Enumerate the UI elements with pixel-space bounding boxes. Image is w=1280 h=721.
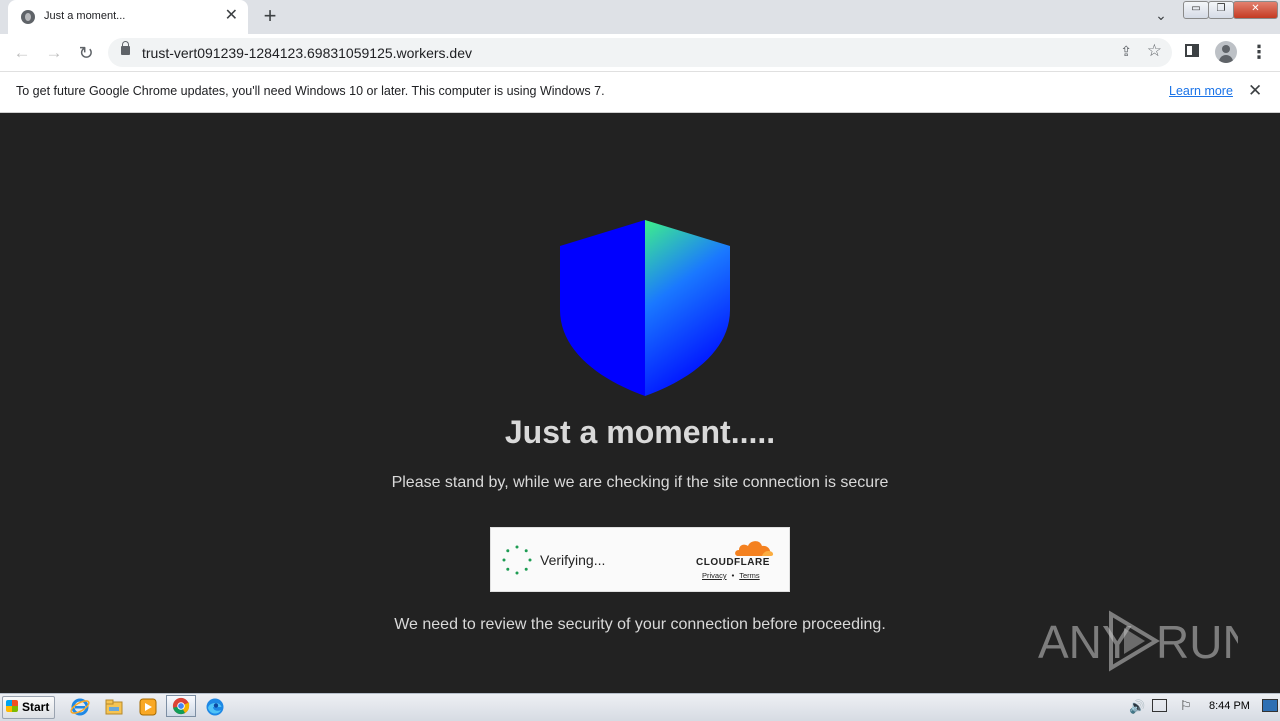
standby-message: Please stand by, while we are checking i… [391,474,889,491]
lock-icon[interactable] [121,41,130,55]
system-tray: 🔊 ⚐ 8:44 PM [1124,695,1280,719]
speaker-icon[interactable]: 🔊 [1129,699,1145,715]
tab-search-icon[interactable]: ⌄ [1150,7,1172,27]
close-window-button[interactable]: ✕ [1233,1,1278,19]
browser-toolbar: ← → ↻ trust-vert091239-1284123.698310591… [0,34,1280,72]
anyrun-right-text: RUN [1156,616,1238,668]
share-icon[interactable]: ⇪ [1120,43,1132,60]
media-player-icon[interactable] [138,697,158,717]
minimize-button[interactable]: ▭ [1183,1,1209,19]
internet-explorer-icon[interactable] [70,697,90,717]
file-explorer-icon[interactable] [104,697,124,717]
privacy-link[interactable]: Privacy [702,571,727,580]
browser-tab[interactable]: Just a moment... ✕ [8,0,248,34]
maximize-button[interactable]: ❐ [1208,1,1234,19]
chrome-menu-icon[interactable]: ⋮ [1250,43,1268,63]
spinner-icon [502,545,532,575]
infobar-close-icon[interactable]: ✕ [1248,81,1262,101]
cloudflare-logo-text: CLOUDFLARE [696,557,770,568]
taskbar-clock[interactable]: 8:44 PM [1209,700,1250,712]
bookmark-star-icon[interactable]: ☆ [1147,41,1162,61]
infobar-message: To get future Google Chrome updates, you… [16,84,605,98]
update-infobar: To get future Google Chrome updates, you… [0,72,1280,113]
address-bar[interactable]: trust-vert091239-1284123.69831059125.wor… [108,38,1172,67]
chrome-icon [172,697,190,715]
tab-title: Just a moment... [44,10,126,22]
new-tab-button[interactable]: + [259,5,281,29]
start-label: Start [22,700,50,714]
network-icon[interactable] [1152,699,1167,712]
anyrun-watermark: ANY RUN [1038,610,1238,672]
verifying-status: Verifying... [540,552,606,568]
cloudflare-challenge-widget[interactable]: Verifying... CLOUDFLARE Privacy • Terms [490,527,790,592]
shield-icon [560,220,730,396]
reload-button[interactable]: ↻ [74,41,98,65]
start-button[interactable]: Start [2,696,55,719]
learn-more-link[interactable]: Learn more [1169,84,1233,98]
action-center-flag-icon[interactable]: ⚐ [1180,698,1192,714]
side-panel-icon[interactable] [1185,44,1199,57]
globe-icon [21,10,35,24]
forward-button[interactable]: → [42,41,66,65]
page-content [0,113,1280,693]
chrome-taskbar-button[interactable] [166,695,196,717]
url-text[interactable]: trust-vert091239-1284123.69831059125.wor… [142,45,472,61]
anyrun-left-text: ANY [1038,616,1133,668]
profile-avatar-icon[interactable] [1215,41,1237,63]
page-heading: Just a moment..... [504,414,776,450]
terms-link[interactable]: Terms [739,571,759,580]
cloudflare-cloud-icon [735,541,774,556]
windows-logo-icon [6,700,18,712]
tab-close-icon[interactable]: ✕ [225,7,238,25]
cloudflare-links: Privacy • Terms [702,571,760,580]
back-button[interactable]: ← [10,41,34,65]
links-separator: • [731,571,735,580]
edge-icon[interactable] [205,697,225,717]
show-desktop-icon[interactable] [1262,699,1278,712]
